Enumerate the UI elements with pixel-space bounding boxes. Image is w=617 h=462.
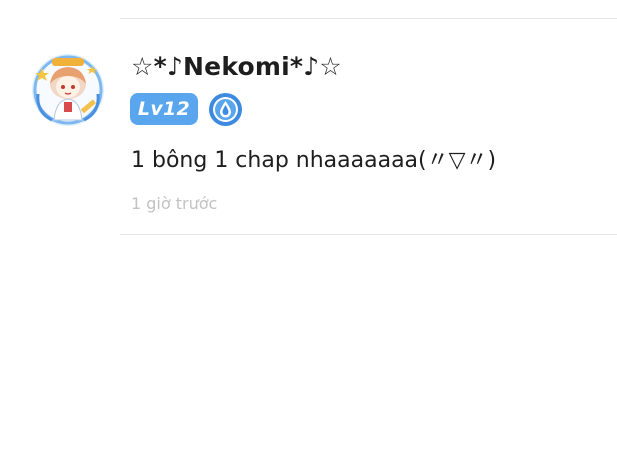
anime-girl-avatar-icon (32, 54, 104, 126)
comment-timestamp: 1 giờ trước (131, 194, 218, 213)
level-badge: Lv12 (130, 93, 198, 125)
comment-item: ☆*♪Nekomi*♪☆ Lv12 1 bông 1 chap nhaaaaaa… (0, 0, 617, 240)
blue-drop-rank-icon (208, 92, 243, 127)
comment-text: 1 bông 1 chap nhaaaaaaa(〃▽〃) (131, 148, 497, 173)
username[interactable]: ☆*♪Nekomi*♪☆ (131, 52, 342, 81)
bottom-divider (120, 234, 617, 235)
avatar[interactable] (32, 54, 104, 126)
